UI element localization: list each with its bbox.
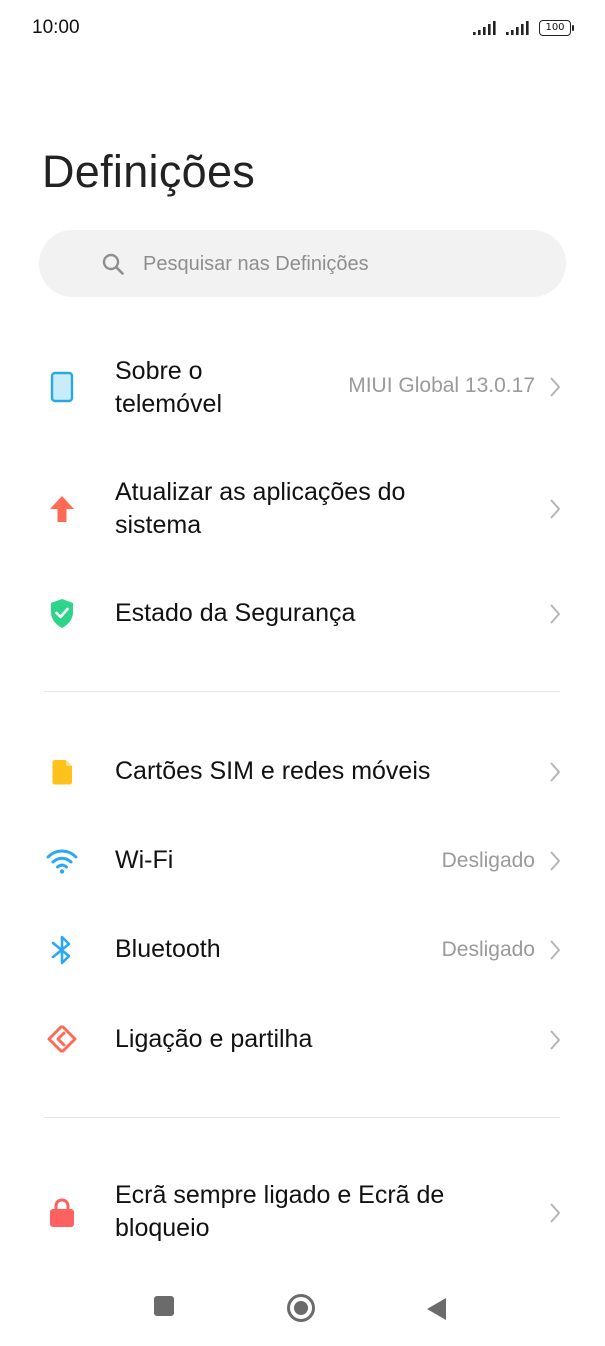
section-divider	[44, 1117, 560, 1118]
setting-wifi[interactable]: Wi-Fi Desligado	[0, 823, 605, 899]
connection-sharing-icon	[47, 1025, 77, 1053]
chevron-right-icon	[550, 1030, 561, 1050]
setting-label: Ligação e partilha	[115, 1025, 313, 1053]
settings-screen: 10:00 100 Definições Pesquisar nas Defin…	[0, 0, 605, 1346]
setting-label: Cartões SIM e redes móveis	[115, 757, 431, 785]
signal-icon	[473, 21, 496, 35]
setting-label: Wi-Fi	[115, 846, 174, 874]
chevron-right-icon	[550, 851, 561, 871]
chevron-right-icon	[550, 1203, 561, 1223]
home-button[interactable]	[285, 1294, 317, 1326]
setting-label: Sobre o	[115, 357, 203, 385]
security-shield-icon	[51, 599, 73, 628]
setting-value: Desligado	[441, 938, 535, 961]
chevron-right-icon	[550, 940, 561, 960]
setting-value: MIUI Global 13.0.17	[348, 374, 535, 397]
recents-button[interactable]	[152, 1294, 176, 1318]
sim-card-icon	[52, 760, 72, 785]
setting-label: Ecrã sempre ligado e Ecrã de	[115, 1181, 445, 1209]
setting-label: Estado da Segurança	[115, 599, 356, 627]
wifi-icon	[46, 849, 78, 874]
setting-label: Bluetooth	[115, 935, 221, 963]
setting-bluetooth[interactable]: Bluetooth Desligado	[0, 912, 605, 988]
search-icon	[102, 253, 124, 275]
chevron-right-icon	[550, 762, 561, 782]
chevron-right-icon	[550, 604, 561, 624]
battery-icon: 100	[539, 20, 574, 36]
setting-always-on-lock-screen[interactable]: Ecrã sempre ligado e Ecrã de bloqueio	[0, 1173, 605, 1253]
setting-value: Desligado	[441, 849, 535, 872]
navigation-bar	[0, 1270, 605, 1346]
setting-system-app-updates[interactable]: Atualizar as aplicações do sistema	[0, 470, 605, 550]
setting-label: sistema	[115, 511, 202, 539]
chevron-right-icon	[550, 499, 561, 519]
section-divider	[44, 691, 560, 692]
chevron-right-icon	[550, 377, 561, 397]
setting-about-phone[interactable]: Sobre o telemóvel MIUI Global 13.0.17	[0, 348, 605, 428]
back-button[interactable]	[424, 1296, 448, 1322]
update-arrow-icon	[50, 496, 74, 522]
status-bar: 10:00 100	[0, 0, 605, 56]
status-time: 10:00	[32, 17, 80, 38]
setting-label: telemóvel	[115, 390, 222, 418]
search-input[interactable]: Pesquisar nas Definições	[39, 230, 566, 297]
setting-security-status[interactable]: Estado da Segurança	[0, 576, 605, 652]
status-icons: 100	[473, 20, 574, 36]
search-placeholder: Pesquisar nas Definições	[143, 253, 369, 275]
phone-icon	[50, 371, 74, 403]
lock-icon	[50, 1198, 74, 1227]
bluetooth-icon	[51, 935, 71, 965]
setting-sim-cards-mobile-networks[interactable]: Cartões SIM e redes móveis	[0, 734, 605, 810]
setting-label: Atualizar as aplicações do	[115, 478, 406, 506]
page-title: Definições	[42, 146, 256, 197]
setting-connection-sharing[interactable]: Ligação e partilha	[0, 1002, 605, 1078]
signal-icon-2	[506, 21, 529, 35]
setting-label: bloqueio	[115, 1214, 210, 1242]
